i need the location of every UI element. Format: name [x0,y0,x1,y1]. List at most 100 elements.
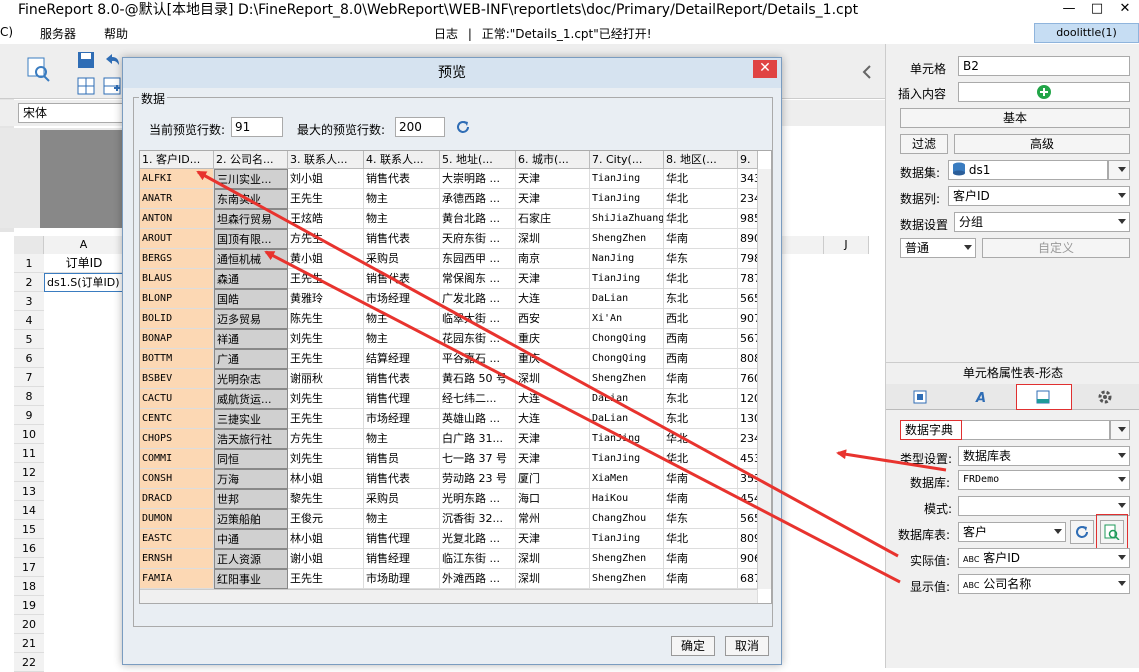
table-header[interactable]: 6. 城市(... [516,151,590,169]
font-style-icon[interactable]: A [974,389,992,405]
table-cell: 通恒机械 [214,249,288,269]
column-header-a[interactable]: A [44,236,124,254]
mode-select[interactable] [958,496,1130,516]
actual-value-select[interactable]: ABC 客户ID [958,548,1130,568]
cancel-button[interactable]: 取消 [725,636,769,656]
dataset-dropdown[interactable] [1108,160,1130,180]
vertical-scrollbar[interactable] [757,169,771,589]
horizontal-scrollbar[interactable] [140,589,757,603]
menu-item-help[interactable]: 帮助 [104,25,128,42]
row-header[interactable]: 15 [14,520,44,539]
row-header[interactable]: 20 [14,615,44,634]
table-header[interactable]: 4. 联系人... [364,151,440,169]
row-header[interactable]: 19 [14,596,44,615]
table-cell: 三川实业... [214,169,288,189]
select-all-corner[interactable] [14,236,44,254]
row-header[interactable]: 7 [14,368,44,387]
dialog-close-button[interactable]: ✕ [753,60,777,78]
table-cell: 市场助理 [364,569,440,589]
row-header[interactable]: 21 [14,634,44,653]
basic-button[interactable]: 基本 [900,108,1130,128]
type-setting-select[interactable]: 数据库表 [958,446,1130,466]
table-cell: 大连 [516,389,590,409]
preview-icon[interactable] [26,56,52,82]
row-header[interactable]: 10 [14,425,44,444]
log-message: 正常:"Details_1.cpt"已经打开! [481,27,652,41]
table-cell: 光复北路 ... [440,529,516,549]
chevron-down-icon [1118,219,1126,224]
row-header[interactable]: 1 [14,254,44,273]
property-tabs: A [886,384,1139,410]
close-button[interactable]: ✕ [1111,0,1139,20]
table-cell: 销售代理 [364,529,440,549]
ok-button[interactable]: 确定 [671,636,715,656]
chevron-down-icon [1118,581,1126,586]
insert-row-icon[interactable] [76,76,96,96]
row-header[interactable]: 12 [14,463,44,482]
advanced-button[interactable]: 高级 [954,134,1130,154]
row-header[interactable]: 13 [14,482,44,501]
table-cell: 王先生 [288,349,364,369]
cell-name-input[interactable]: B2 [958,56,1130,76]
save-icon[interactable] [76,50,96,70]
table-header[interactable]: 3. 联系人... [288,151,364,169]
table-header[interactable]: 9. [738,151,758,169]
minimize-button[interactable]: — [1055,0,1083,20]
font-select[interactable]: 宋体 [18,103,128,123]
insert-column-icon[interactable] [102,76,122,96]
user-tab[interactable]: doolittle(1) [1034,23,1139,43]
widget-tab[interactable] [1016,384,1072,410]
normal-select[interactable]: 普通 [900,238,976,258]
cell-a2[interactable]: ds1.S(订单ID) [44,273,124,292]
table-header[interactable]: 5. 地址(... [440,151,516,169]
refresh-icon[interactable] [455,119,471,135]
row-header[interactable]: 3 [14,292,44,311]
menu-item-c[interactable]: C) [0,25,13,39]
max-rows-input[interactable]: 200 [395,117,445,137]
row-header[interactable]: 4 [14,311,44,330]
current-rows-input[interactable]: 91 [231,117,283,137]
row-header[interactable]: 8 [14,387,44,406]
insert-content-button[interactable] [958,82,1130,102]
table-cell: 907 [738,309,758,329]
row-header[interactable]: 2 [14,273,44,292]
table-cell: 130 [738,409,758,429]
row-header[interactable]: 11 [14,444,44,463]
row-header[interactable]: 16 [14,539,44,558]
row-header[interactable]: 9 [14,406,44,425]
db-table-select[interactable]: 客户 [958,522,1066,542]
menu-item-server[interactable]: 服务器 [40,25,76,42]
row-header[interactable]: 18 [14,577,44,596]
table-header[interactable]: 7. City(... [590,151,664,169]
table-header[interactable]: 1. 客户ID... [140,151,214,169]
cell-attr-icon[interactable] [912,389,928,405]
row-header[interactable]: 14 [14,501,44,520]
row-header[interactable]: 5 [14,330,44,349]
maximize-button[interactable]: □ [1083,0,1111,20]
form-type-dropdown[interactable] [1110,420,1130,440]
dataset-select[interactable]: ds1 [948,160,1108,180]
table-header[interactable]: 8. 地区(... [664,151,738,169]
preview-data-button[interactable] [1100,520,1124,544]
database-select[interactable]: FRDemo [958,470,1130,490]
row-header[interactable]: 22 [14,653,44,672]
filter-button[interactable]: 过滤 [900,134,948,154]
row-header[interactable]: 17 [14,558,44,577]
preview-table: 1. 客户ID... 2. 公司名... 3. 联系人... 4. 联系人... 5. … [139,150,772,604]
scroll-left-icon[interactable] [860,62,874,82]
table-cell: 大连 [516,409,590,429]
undo-icon[interactable] [102,50,122,70]
gear-icon[interactable] [1096,388,1114,406]
chevron-down-icon [1118,503,1126,508]
table-header[interactable]: 2. 公司名... [214,151,288,169]
cell-a1[interactable]: 订单ID [44,254,124,273]
custom-button[interactable]: 自定义 [982,238,1130,258]
data-setting-select[interactable]: 分组 [954,212,1130,232]
refresh-button[interactable] [1070,520,1094,544]
row-header[interactable]: 6 [14,349,44,368]
table-cell: 威航货运... [214,389,288,409]
log-label[interactable]: 日志 [434,27,458,41]
display-value-select[interactable]: ABC 公司名称 [958,574,1130,594]
datacol-select[interactable]: 客户ID [948,186,1130,206]
column-header-j[interactable]: J [824,236,869,254]
